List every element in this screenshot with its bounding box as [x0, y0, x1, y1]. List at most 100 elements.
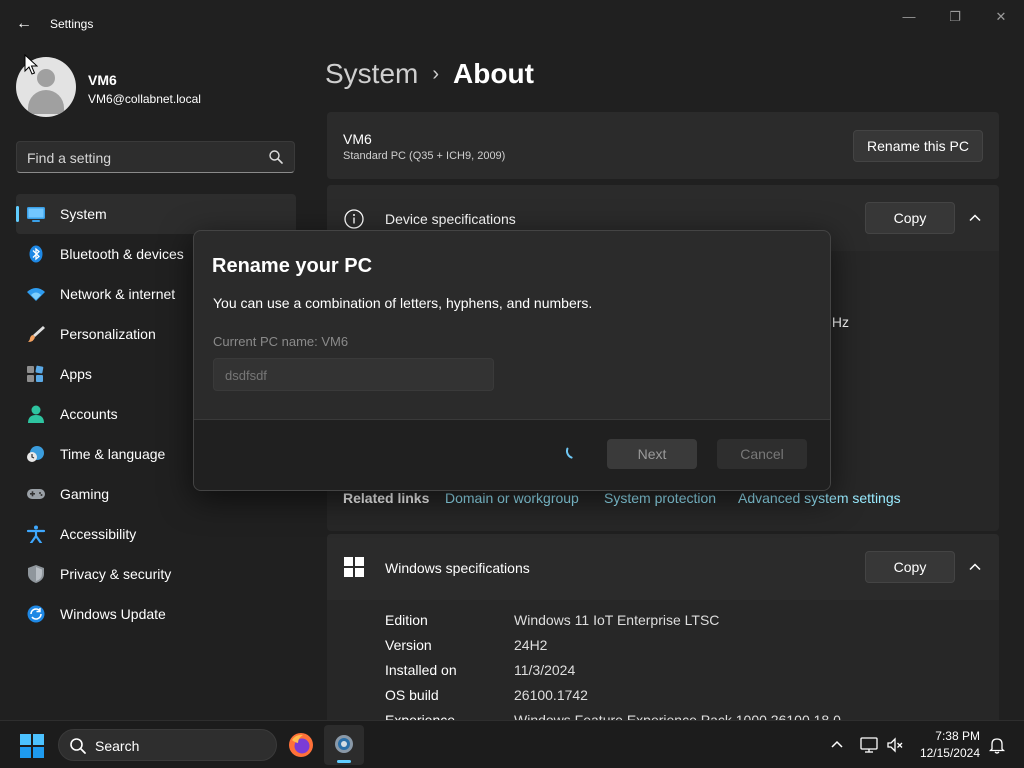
sidebar-item-label: Time & language	[60, 446, 166, 462]
minimize-button[interactable]: —	[886, 6, 932, 28]
close-button[interactable]: ✕	[978, 6, 1024, 28]
dialog-footer: Next Cancel	[194, 419, 830, 490]
profile-name: VM6	[88, 72, 117, 88]
spec-label: Edition	[385, 612, 428, 628]
windows-logo-icon	[344, 557, 364, 577]
sidebar-item-privacy[interactable]: Privacy & security	[16, 554, 296, 594]
brush-icon	[28, 326, 45, 342]
sidebar-item-label: Accessibility	[60, 526, 137, 542]
chevron-up-icon[interactable]	[965, 557, 985, 577]
sidebar-item-windows-update[interactable]: Windows Update	[16, 594, 296, 634]
sidebar-item-label: Privacy & security	[60, 566, 172, 582]
settings-gear-icon	[335, 735, 353, 753]
title-bar: ← Settings — ❐ ✕	[0, 0, 1024, 48]
maximize-button[interactable]: ❐	[932, 6, 978, 28]
sidebar-item-label: Apps	[60, 366, 92, 382]
breadcrumb: System › About	[325, 58, 534, 90]
spec-row-edition: Edition Windows 11 IoT Enterprise LTSC	[385, 612, 719, 628]
rename-pc-button[interactable]: Rename this PC	[853, 130, 983, 162]
sidebar-item-label: Network & internet	[60, 286, 176, 302]
accessibility-icon	[26, 525, 46, 543]
taskbar-search-label: Search	[95, 738, 140, 754]
settings-window: ← Settings — ❐ ✕ VM6 VM6@collabnet.local…	[0, 0, 1024, 720]
sidebar-item-label: Accounts	[60, 406, 118, 422]
wifi-icon	[27, 288, 45, 301]
sidebar-item-label: System	[60, 206, 107, 222]
new-pc-name-input[interactable]: dsdfsdf	[213, 358, 494, 391]
device-specifications-title: Device specifications	[385, 211, 516, 227]
taskbar: Search 7:38 PM 12/15/2024	[0, 720, 1024, 768]
spec-row-installed-on: Installed on 11/3/2024	[385, 662, 575, 678]
gamepad-icon	[27, 489, 45, 499]
apps-icon	[27, 365, 44, 382]
sidebar-item-accessibility[interactable]: Accessibility	[16, 514, 296, 554]
notification-bell-icon[interactable]	[988, 736, 1006, 754]
spec-row-os-build: OS build 26100.1742	[385, 687, 588, 703]
spec-value: Windows 11 IoT Enterprise LTSC	[514, 612, 720, 628]
back-button[interactable]: ←	[10, 12, 38, 36]
mouse-pointer-icon	[24, 54, 38, 75]
spec-label: Version	[385, 637, 432, 653]
spec-row-version: Version 24H2	[385, 637, 547, 653]
sidebar-item-label: Gaming	[60, 486, 110, 502]
domain-workgroup-link[interactable]: Domain or workgroup	[445, 490, 579, 506]
system-protection-link[interactable]: System protection	[604, 490, 716, 506]
sidebar-item-label: Personalization	[60, 326, 156, 342]
copy-device-specs-button[interactable]: Copy	[865, 202, 955, 234]
chevron-up-icon[interactable]	[965, 208, 985, 228]
taskbar-settings-app[interactable]	[324, 725, 364, 765]
spec-label: Experience	[385, 712, 456, 720]
dialog-title: Rename your PC	[212, 255, 373, 277]
active-app-indicator	[337, 760, 351, 763]
pc-name: VM6	[343, 131, 372, 147]
search-input[interactable]: Find a setting	[16, 141, 295, 173]
profile-email: VM6@collabnet.local	[88, 92, 201, 106]
breadcrumb-separator: ›	[432, 63, 440, 85]
start-button-icon[interactable]	[20, 734, 44, 758]
info-icon	[344, 209, 364, 229]
search-icon	[70, 738, 86, 754]
sidebar-item-label: Bluetooth & devices	[60, 246, 184, 262]
restore-icon: ❐	[949, 9, 961, 24]
next-button[interactable]: Next	[607, 439, 697, 469]
network-icon[interactable]	[859, 735, 879, 755]
globe-clock-icon	[27, 446, 44, 462]
pc-model: Standard PC (Q35 + ICH9, 2009)	[343, 150, 506, 162]
spec-row-experience: Experience Windows Feature Experience Pa…	[385, 712, 841, 720]
volume-muted-icon[interactable]	[886, 736, 904, 754]
cancel-button[interactable]: Cancel	[717, 439, 807, 469]
sidebar-item-system[interactable]: System	[16, 194, 296, 234]
system-icon	[27, 207, 45, 222]
taskbar-search[interactable]: Search	[58, 729, 277, 761]
new-pc-name-value: dsdfsdf	[225, 368, 267, 383]
avatar-head	[37, 69, 55, 87]
chevron-up-icon[interactable]	[829, 737, 845, 753]
loading-spinner-icon	[566, 447, 573, 459]
update-icon	[27, 605, 45, 623]
related-links-label: Related links	[343, 490, 430, 506]
windows-specifications-header[interactable]: Windows specifications Copy	[327, 534, 999, 600]
page-title: About	[453, 58, 534, 89]
account-icon	[28, 405, 44, 423]
current-pc-name: Current PC name: VM6	[213, 334, 349, 349]
advanced-system-settings-link[interactable]: Advanced system settings	[738, 490, 901, 506]
close-icon: ✕	[995, 9, 1007, 24]
windows-specifications-card: Windows specifications Copy Edition Wind…	[327, 534, 999, 720]
sidebar-item-label: Windows Update	[60, 606, 166, 622]
spec-label: OS build	[385, 687, 439, 703]
bluetooth-icon	[29, 245, 43, 263]
shield-icon	[28, 565, 44, 583]
avatar-body	[28, 90, 64, 114]
copy-windows-specs-button[interactable]: Copy	[865, 551, 955, 583]
taskbar-date[interactable]: 12/15/2024	[920, 746, 980, 760]
windows-specifications-title: Windows specifications	[385, 560, 530, 576]
app-title: Settings	[50, 17, 94, 31]
dialog-description: You can use a combination of letters, hy…	[213, 295, 593, 311]
spec-value: 24H2	[514, 637, 548, 653]
taskbar-time[interactable]: 7:38 PM	[935, 729, 980, 743]
rename-pc-dialog: Rename your PC You can use a combination…	[193, 230, 831, 491]
breadcrumb-parent[interactable]: System	[325, 58, 418, 89]
spec-value: 11/3/2024	[514, 662, 576, 678]
spec-value: Windows Feature Experience Pack 1000.261…	[514, 712, 841, 720]
firefox-icon[interactable]	[288, 732, 314, 758]
